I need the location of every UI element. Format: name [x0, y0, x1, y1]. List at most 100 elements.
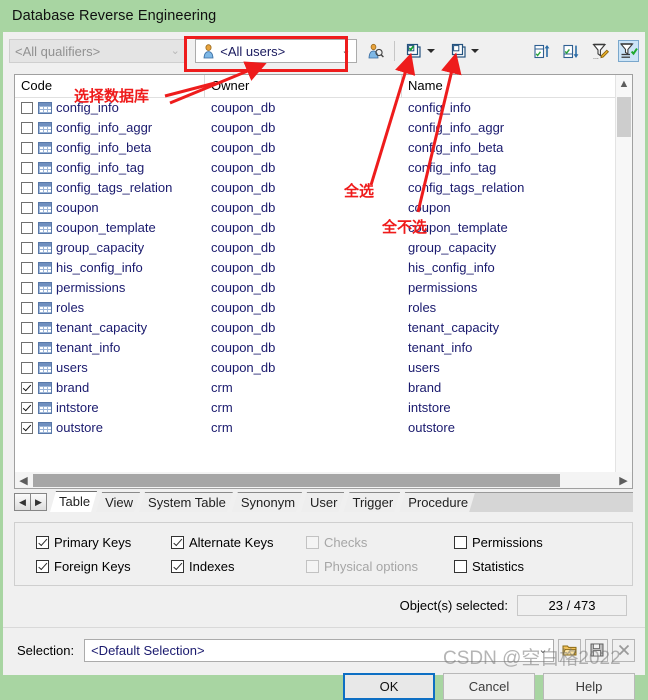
table-row[interactable]: tenant_info coupon_db tenant_info: [15, 338, 632, 358]
vertical-scroll-thumb[interactable]: [617, 97, 631, 137]
open-folder-icon[interactable]: [558, 638, 581, 662]
option-label: Statistics: [472, 558, 525, 574]
row-code-cell: his_config_info: [15, 258, 205, 278]
table-row[interactable]: outstore crm outstore: [15, 418, 632, 438]
row-checkbox[interactable]: [21, 122, 33, 134]
reverse-engineering-dialog: <All qualifiers> ⌄ <All users> ⌄ ... Cod…: [3, 32, 645, 700]
list-horizontal-scrollbar[interactable]: ◀ ▶: [14, 472, 633, 489]
row-checkbox[interactable]: [21, 302, 33, 314]
tab-scroll-left-icon[interactable]: ◀: [14, 493, 31, 511]
row-checkbox[interactable]: [21, 242, 33, 254]
table-row[interactable]: intstore crm intstore: [15, 398, 632, 418]
list-vertical-scrollbar[interactable]: ▲ ▼: [615, 75, 632, 487]
column-header-name[interactable]: Name: [402, 75, 617, 98]
delete-icon[interactable]: [612, 638, 635, 662]
row-checkbox[interactable]: [21, 382, 33, 394]
option-foreign-keys[interactable]: Foreign Keys: [36, 559, 171, 574]
user-icon: [201, 43, 216, 59]
toolbar: <All qualifiers> ⌄ <All users> ⌄ ...: [3, 32, 645, 70]
row-name-cell: outstore: [408, 420, 455, 435]
option-checkbox[interactable]: [454, 559, 467, 573]
table-row[interactable]: coupon coupon_db coupon: [15, 198, 632, 218]
row-code-cell: tenant_capacity: [15, 318, 205, 338]
row-checkbox[interactable]: [21, 202, 33, 214]
horizontal-divider: [3, 627, 645, 628]
table-row[interactable]: config_tags_relation coupon_db config_tags…: [15, 178, 632, 198]
tab-view[interactable]: View: [96, 492, 140, 512]
table-row[interactable]: roles coupon_db roles: [15, 298, 632, 318]
option-checkbox[interactable]: [36, 559, 49, 573]
row-code-label: users: [56, 360, 88, 375]
option-label: Indexes: [189, 558, 235, 574]
tab-system-table[interactable]: System Table: [139, 492, 233, 512]
table-icon: [38, 162, 52, 174]
deselect-all-dropdown-arrow[interactable]: [469, 40, 482, 62]
sort-ascending-icon[interactable]: [531, 40, 552, 62]
row-checkbox[interactable]: [21, 102, 33, 114]
option-checkbox[interactable]: [171, 559, 184, 573]
table-row[interactable]: his_config_info coupon_db his_config_info: [15, 258, 632, 278]
scroll-left-icon[interactable]: ◀: [15, 473, 32, 488]
cancel-button[interactable]: Cancel: [443, 673, 535, 700]
tab-trigger[interactable]: Trigger: [343, 492, 400, 512]
table-row[interactable]: config_info_beta coupon_db config_info_bet…: [15, 138, 632, 158]
option-alternate-keys[interactable]: Alternate Keys: [171, 535, 306, 550]
objects-selected-label: Object(s) selected:: [399, 598, 508, 613]
deselect-all-icon[interactable]: [447, 40, 468, 62]
table-row[interactable]: group_capacity coupon_db group_capacity: [15, 238, 632, 258]
option-indexes[interactable]: Indexes: [171, 559, 306, 574]
apply-filter-icon[interactable]: [617, 40, 639, 62]
table-row[interactable]: brand crm brand: [15, 378, 632, 398]
chevron-down-icon: ⌄: [341, 44, 351, 57]
tab-procedure[interactable]: Procedure: [399, 492, 475, 512]
tab-user[interactable]: User: [301, 492, 344, 512]
row-code-label: brand: [56, 380, 90, 395]
table-icon: [38, 242, 52, 254]
option-primary-keys[interactable]: Primary Keys: [36, 535, 171, 550]
table-row[interactable]: config_info coupon_db config_info: [15, 98, 632, 118]
select-all-dropdown-arrow[interactable]: [425, 40, 438, 62]
help-button[interactable]: Help: [543, 673, 635, 700]
column-header-code[interactable]: Code: [15, 75, 205, 98]
selection-select[interactable]: <Default Selection> ⌄: [84, 638, 554, 662]
row-checkbox[interactable]: [21, 162, 33, 174]
sort-descending-icon[interactable]: [561, 40, 582, 62]
horizontal-scroll-thumb[interactable]: [33, 473, 560, 487]
row-checkbox[interactable]: [21, 222, 33, 234]
tab-synonym[interactable]: Synonym: [232, 492, 302, 512]
ok-button[interactable]: OK: [343, 673, 435, 700]
table-row[interactable]: coupon_template coupon_db coupon_template: [15, 218, 632, 238]
option-statistics[interactable]: Statistics: [454, 559, 594, 574]
row-checkbox[interactable]: [21, 422, 33, 434]
select-all-icon[interactable]: [403, 40, 424, 62]
row-checkbox[interactable]: [21, 402, 33, 414]
object-list[interactable]: Code Owner Name config_info coupon_db conf…: [14, 74, 633, 488]
table-row[interactable]: permissions coupon_db permissions: [15, 278, 632, 298]
user-select[interactable]: <All users> ⌄: [195, 39, 357, 63]
save-icon[interactable]: [585, 638, 608, 662]
option-checkbox[interactable]: [454, 535, 467, 549]
option-checkbox[interactable]: [36, 535, 49, 549]
row-checkbox[interactable]: [21, 362, 33, 374]
tab-scroll-right-icon[interactable]: ▶: [30, 493, 47, 511]
table-row[interactable]: tenant_capacity coupon_db tenant_capacity: [15, 318, 632, 338]
table-row[interactable]: config_info_aggr coupon_db config_info_agg…: [15, 118, 632, 138]
option-checkbox[interactable]: [171, 535, 184, 549]
edit-filter-icon[interactable]: ...: [590, 40, 611, 62]
row-checkbox[interactable]: [21, 342, 33, 354]
row-checkbox[interactable]: [21, 262, 33, 274]
scroll-right-icon[interactable]: ▶: [615, 473, 632, 488]
user-filter-icon[interactable]: [365, 40, 386, 62]
qualifier-select[interactable]: <All qualifiers> ⌄: [9, 39, 187, 63]
column-header-owner[interactable]: Owner: [205, 75, 402, 98]
table-row[interactable]: users coupon_db users: [15, 358, 632, 378]
row-checkbox[interactable]: [21, 282, 33, 294]
row-name-cell: config_info_aggr: [408, 120, 505, 135]
row-checkbox[interactable]: [21, 182, 33, 194]
option-permissions[interactable]: Permissions: [454, 535, 594, 550]
scroll-up-icon[interactable]: ▲: [616, 75, 632, 92]
tab-table[interactable]: Table: [50, 491, 97, 512]
row-checkbox[interactable]: [21, 322, 33, 334]
table-row[interactable]: config_info_tag coupon_db config_info_tag: [15, 158, 632, 178]
row-checkbox[interactable]: [21, 142, 33, 154]
